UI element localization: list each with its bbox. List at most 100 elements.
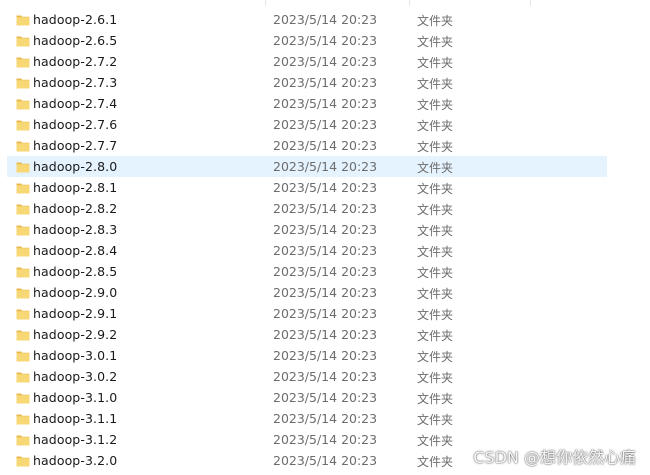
file-name: hadoop-2.8.1: [33, 180, 118, 195]
file-modified-date: 2023/5/14 20:23: [273, 201, 378, 216]
file-modified-date: 2023/5/14 20:23: [273, 432, 378, 447]
folder-icon: [16, 412, 30, 426]
folder-icon: [16, 328, 30, 342]
file-modified-date: 2023/5/14 20:23: [273, 222, 378, 237]
file-type: 文件夹: [417, 434, 454, 448]
file-row[interactable]: hadoop-3.1.0 2023/5/14 20:23 文件夹: [7, 387, 607, 408]
file-modified-date: 2023/5/14 20:23: [273, 264, 378, 279]
file-row[interactable]: hadoop-2.8.4 2023/5/14 20:23 文件夹: [7, 240, 607, 261]
file-modified-date: 2023/5/14 20:23: [273, 411, 378, 426]
file-row[interactable]: hadoop-2.9.2 2023/5/14 20:23 文件夹: [7, 324, 607, 345]
file-row[interactable]: hadoop-2.6.1 2023/5/14 20:23 文件夹: [7, 9, 607, 30]
file-modified-date: 2023/5/14 20:23: [273, 54, 378, 69]
file-name: hadoop-2.7.4: [33, 96, 118, 111]
folder-icon: [16, 349, 30, 363]
column-divider-date[interactable]: [409, 0, 410, 6]
file-modified-date: 2023/5/14 20:23: [273, 138, 378, 153]
file-row[interactable]: hadoop-2.7.6 2023/5/14 20:23 文件夹: [7, 114, 607, 135]
file-modified-date: 2023/5/14 20:23: [273, 348, 378, 363]
folder-icon: [16, 244, 30, 258]
file-row[interactable]: hadoop-2.8.0 2023/5/14 20:23 文件夹: [7, 156, 607, 177]
file-row[interactable]: hadoop-2.7.3 2023/5/14 20:23 文件夹: [7, 72, 607, 93]
file-modified-date: 2023/5/14 20:23: [273, 390, 378, 405]
file-type: 文件夹: [417, 413, 454, 427]
file-modified-date: 2023/5/14 20:23: [273, 327, 378, 342]
folder-icon: [16, 433, 30, 447]
file-row[interactable]: hadoop-2.8.1 2023/5/14 20:23 文件夹: [7, 177, 607, 198]
file-modified-date: 2023/5/14 20:23: [273, 369, 378, 384]
file-name: hadoop-2.7.7: [33, 138, 118, 153]
file-row[interactable]: hadoop-2.9.1 2023/5/14 20:23 文件夹: [7, 303, 607, 324]
csdn-watermark: CSDN @想你依然心痛: [473, 448, 636, 467]
file-type: 文件夹: [417, 371, 454, 385]
folder-icon: [16, 34, 30, 48]
file-row[interactable]: hadoop-2.8.5 2023/5/14 20:23 文件夹: [7, 261, 607, 282]
folder-icon: [16, 202, 30, 216]
file-name: hadoop-2.7.3: [33, 75, 118, 90]
file-type: 文件夹: [417, 329, 454, 343]
file-name: hadoop-2.6.5: [33, 33, 118, 48]
folder-icon: [16, 160, 30, 174]
file-name: hadoop-2.8.3: [33, 222, 118, 237]
column-divider-type[interactable]: [530, 0, 531, 6]
file-type: 文件夹: [417, 392, 454, 406]
file-row[interactable]: hadoop-3.0.2 2023/5/14 20:23 文件夹: [7, 366, 607, 387]
file-row[interactable]: hadoop-3.1.1 2023/5/14 20:23 文件夹: [7, 408, 607, 429]
folder-icon: [16, 307, 30, 321]
folder-icon: [16, 391, 30, 405]
file-type: 文件夹: [417, 455, 454, 469]
file-name: hadoop-2.9.0: [33, 285, 118, 300]
file-row[interactable]: hadoop-3.0.1 2023/5/14 20:23 文件夹: [7, 345, 607, 366]
file-type: 文件夹: [417, 308, 454, 322]
file-type: 文件夹: [417, 245, 454, 259]
folder-icon: [16, 286, 30, 300]
file-type: 文件夹: [417, 224, 454, 238]
file-type: 文件夹: [417, 140, 454, 154]
file-row[interactable]: hadoop-2.8.2 2023/5/14 20:23 文件夹: [7, 198, 607, 219]
file-row[interactable]: hadoop-2.9.0 2023/5/14 20:23 文件夹: [7, 282, 607, 303]
folder-icon: [16, 118, 30, 132]
file-type: 文件夹: [417, 98, 454, 112]
folder-icon: [16, 55, 30, 69]
folder-icon: [16, 13, 30, 27]
file-row[interactable]: hadoop-2.6.5 2023/5/14 20:23 文件夹: [7, 30, 607, 51]
folder-icon: [16, 181, 30, 195]
folder-icon: [16, 265, 30, 279]
file-name: hadoop-2.7.2: [33, 54, 118, 69]
folder-icon: [16, 370, 30, 384]
file-name: hadoop-2.9.1: [33, 306, 118, 321]
file-type: 文件夹: [417, 161, 454, 175]
file-type: 文件夹: [417, 350, 454, 364]
file-type: 文件夹: [417, 287, 454, 301]
file-modified-date: 2023/5/14 20:23: [273, 117, 378, 132]
file-type: 文件夹: [417, 35, 454, 49]
file-name: hadoop-2.6.1: [33, 12, 118, 27]
file-name: hadoop-2.7.6: [33, 117, 118, 132]
file-name: hadoop-3.0.1: [33, 348, 118, 363]
file-modified-date: 2023/5/14 20:23: [273, 12, 378, 27]
file-row[interactable]: hadoop-2.7.4 2023/5/14 20:23 文件夹: [7, 93, 607, 114]
file-name: hadoop-2.9.2: [33, 327, 118, 342]
file-type: 文件夹: [417, 182, 454, 196]
file-modified-date: 2023/5/14 20:23: [273, 33, 378, 48]
folder-icon: [16, 97, 30, 111]
file-row[interactable]: hadoop-2.7.7 2023/5/14 20:23 文件夹: [7, 135, 607, 156]
file-modified-date: 2023/5/14 20:23: [273, 453, 378, 468]
file-name: hadoop-3.2.0: [33, 453, 118, 468]
folder-icon: [16, 454, 30, 468]
folder-icon: [16, 139, 30, 153]
file-type: 文件夹: [417, 119, 454, 133]
file-type: 文件夹: [417, 266, 454, 280]
file-modified-date: 2023/5/14 20:23: [273, 75, 378, 90]
file-name: hadoop-3.1.0: [33, 390, 118, 405]
file-row[interactable]: hadoop-2.7.2 2023/5/14 20:23 文件夹: [7, 51, 607, 72]
folder-icon: [16, 76, 30, 90]
column-divider-name[interactable]: [265, 0, 266, 6]
file-name: hadoop-3.0.2: [33, 369, 118, 384]
file-name: hadoop-2.8.2: [33, 201, 118, 216]
file-modified-date: 2023/5/14 20:23: [273, 180, 378, 195]
file-modified-date: 2023/5/14 20:23: [273, 96, 378, 111]
file-row[interactable]: hadoop-2.8.3 2023/5/14 20:23 文件夹: [7, 219, 607, 240]
file-modified-date: 2023/5/14 20:23: [273, 159, 378, 174]
file-name: hadoop-2.8.0: [33, 159, 118, 174]
